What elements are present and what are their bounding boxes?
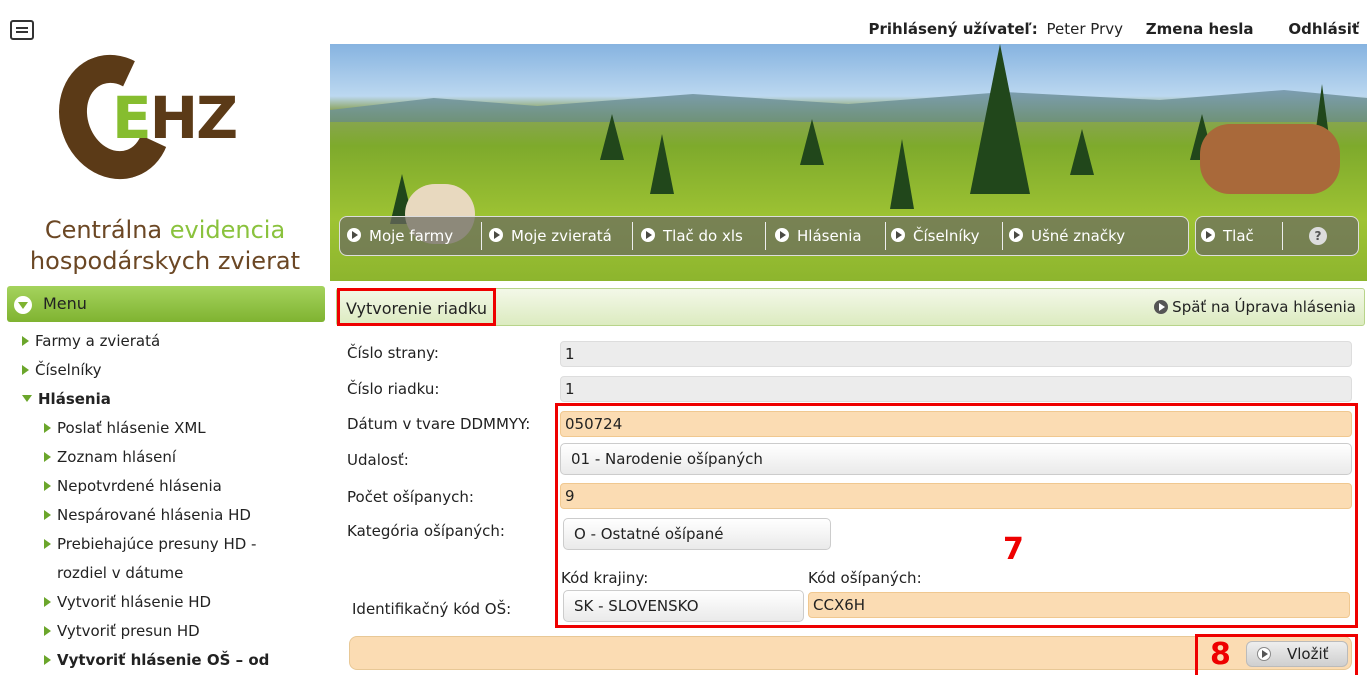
nav-hlasenia[interactable]: Hlásenia bbox=[775, 224, 862, 248]
menu-title: Menu bbox=[43, 294, 87, 313]
menu-item-vytvorit-os[interactable]: Vytvoriť hlásenie OŠ – od bbox=[22, 646, 332, 675]
triangle-right-icon bbox=[44, 452, 51, 462]
triangle-right-icon bbox=[44, 597, 51, 607]
brand-line2: hospodárskych zvierat bbox=[29, 247, 301, 275]
row-no-field: 1 bbox=[560, 376, 1352, 402]
banner-tree bbox=[800, 119, 824, 165]
page-no-label: Číslo strany: bbox=[347, 344, 439, 362]
menu-item-zoznam[interactable]: Zoznam hlásení bbox=[22, 443, 332, 472]
menu-header[interactable]: Menu bbox=[7, 286, 325, 322]
count-label: Počet ošípanych: bbox=[347, 488, 474, 506]
menu-item-nesparovane[interactable]: Nespárované hlásenia HD bbox=[22, 501, 332, 530]
row-no-label: Číslo riadku: bbox=[347, 380, 440, 398]
play-icon bbox=[347, 228, 361, 242]
nav-usne-znacky[interactable]: Ušné značky bbox=[1009, 224, 1125, 248]
page-no-field: 1 bbox=[560, 341, 1352, 367]
menu-item-prebiehajuce[interactable]: Prebiehajúce presuny HD - bbox=[22, 530, 332, 559]
nav-moje-zvierata[interactable]: Moje zvieratá bbox=[489, 224, 612, 248]
play-icon bbox=[1201, 228, 1215, 242]
menu-item-farmy[interactable]: Farmy a zvieratá bbox=[22, 327, 332, 356]
triangle-right-icon bbox=[44, 539, 51, 549]
logout-link[interactable]: Odhlásiť bbox=[1288, 20, 1359, 38]
logo-text: EHZ bbox=[112, 84, 238, 152]
menu-item-hlasenia[interactable]: Hlásenia bbox=[22, 385, 332, 414]
menu-item-nepotvrdene[interactable]: Nepotvrdené hlásenia bbox=[22, 472, 332, 501]
page-title: Vytvorenie riadku bbox=[337, 288, 496, 326]
triangle-right-icon bbox=[44, 481, 51, 491]
play-icon bbox=[1154, 300, 1169, 314]
menu-item-poslat-xml[interactable]: Poslať hlásenie XML bbox=[22, 414, 332, 443]
play-icon bbox=[775, 228, 789, 242]
banner-tree bbox=[1070, 129, 1094, 175]
highlight-box-7 bbox=[555, 403, 1358, 628]
main-nav: Moje farmy Moje zvieratá Tlač do xls Hlá… bbox=[339, 216, 1359, 256]
event-label: Udalosť: bbox=[347, 451, 409, 469]
annotation-7: 7 bbox=[1003, 532, 1024, 567]
date-label: Dátum v tvare DDMMYY: bbox=[347, 415, 531, 433]
triangle-right-icon bbox=[44, 655, 51, 665]
back-link[interactable]: Späť na Úprava hlásenia bbox=[1154, 298, 1356, 316]
triangle-right-icon bbox=[22, 336, 29, 346]
banner-tree bbox=[890, 139, 914, 209]
sidebar-menu: Farmy a zvieratá Číselníky Hlásenia Posl… bbox=[22, 327, 332, 675]
category-label: Kategória ošípaných: bbox=[347, 522, 505, 540]
brand-line1-b: evidencia bbox=[169, 216, 286, 244]
triangle-right-icon bbox=[44, 510, 51, 520]
banner-tree bbox=[650, 134, 674, 194]
triangle-right-icon bbox=[44, 423, 51, 433]
banner-tree bbox=[600, 114, 624, 160]
help-icon[interactable]: ? bbox=[1309, 227, 1327, 245]
user-info: Prihlásený užívateľ: Peter Prvy Zmena he… bbox=[868, 20, 1359, 38]
nav-tlac-do-xls[interactable]: Tlač do xls bbox=[641, 224, 743, 248]
play-icon bbox=[1009, 228, 1023, 242]
play-icon bbox=[489, 228, 503, 242]
banner-cow bbox=[1200, 124, 1340, 194]
logo: EHZ bbox=[41, 38, 280, 196]
triangle-right-icon bbox=[44, 626, 51, 636]
id-label: Identifikačný kód OŠ: bbox=[352, 600, 512, 618]
user-name: Peter Prvy bbox=[1046, 20, 1124, 38]
brand-line1-a: Centrálna bbox=[44, 216, 163, 244]
play-icon bbox=[891, 228, 905, 242]
menu-item-presun-hd[interactable]: Vytvoriť presun HD bbox=[22, 617, 332, 646]
nav-moje-farmy[interactable]: Moje farmy bbox=[347, 224, 453, 248]
header-banner: Moje farmy Moje zvieratá Tlač do xls Hlá… bbox=[330, 44, 1367, 281]
annotation-8: 8 bbox=[1210, 637, 1231, 672]
change-password-link[interactable]: Zmena hesla bbox=[1146, 20, 1254, 38]
brand-name: Centrálna evidencia hospodárskych zviera… bbox=[15, 215, 315, 277]
nav-tlac[interactable]: Tlač bbox=[1201, 224, 1254, 248]
user-label: Prihlásený užívateľ: bbox=[868, 20, 1038, 38]
banner-tree bbox=[970, 44, 1030, 194]
play-icon bbox=[641, 228, 655, 242]
top-bar: Prihlásený užívateľ: Peter Prvy Zmena he… bbox=[330, 0, 1367, 44]
triangle-down-icon bbox=[22, 395, 32, 402]
fullscreen-icon[interactable] bbox=[10, 20, 34, 40]
menu-item-prebiehajuce-cont[interactable]: rozdiel v dátume bbox=[22, 559, 332, 588]
triangle-right-icon bbox=[22, 365, 29, 375]
collapse-icon bbox=[14, 296, 32, 314]
nav-ciselniky[interactable]: Číselníky bbox=[891, 224, 980, 248]
content-header: Vytvorenie riadku Späť na Úprava hláseni… bbox=[336, 288, 1365, 326]
menu-item-ciselniky[interactable]: Číselníky bbox=[22, 356, 332, 385]
menu-item-vytvorit-hd[interactable]: Vytvoriť hlásenie HD bbox=[22, 588, 332, 617]
